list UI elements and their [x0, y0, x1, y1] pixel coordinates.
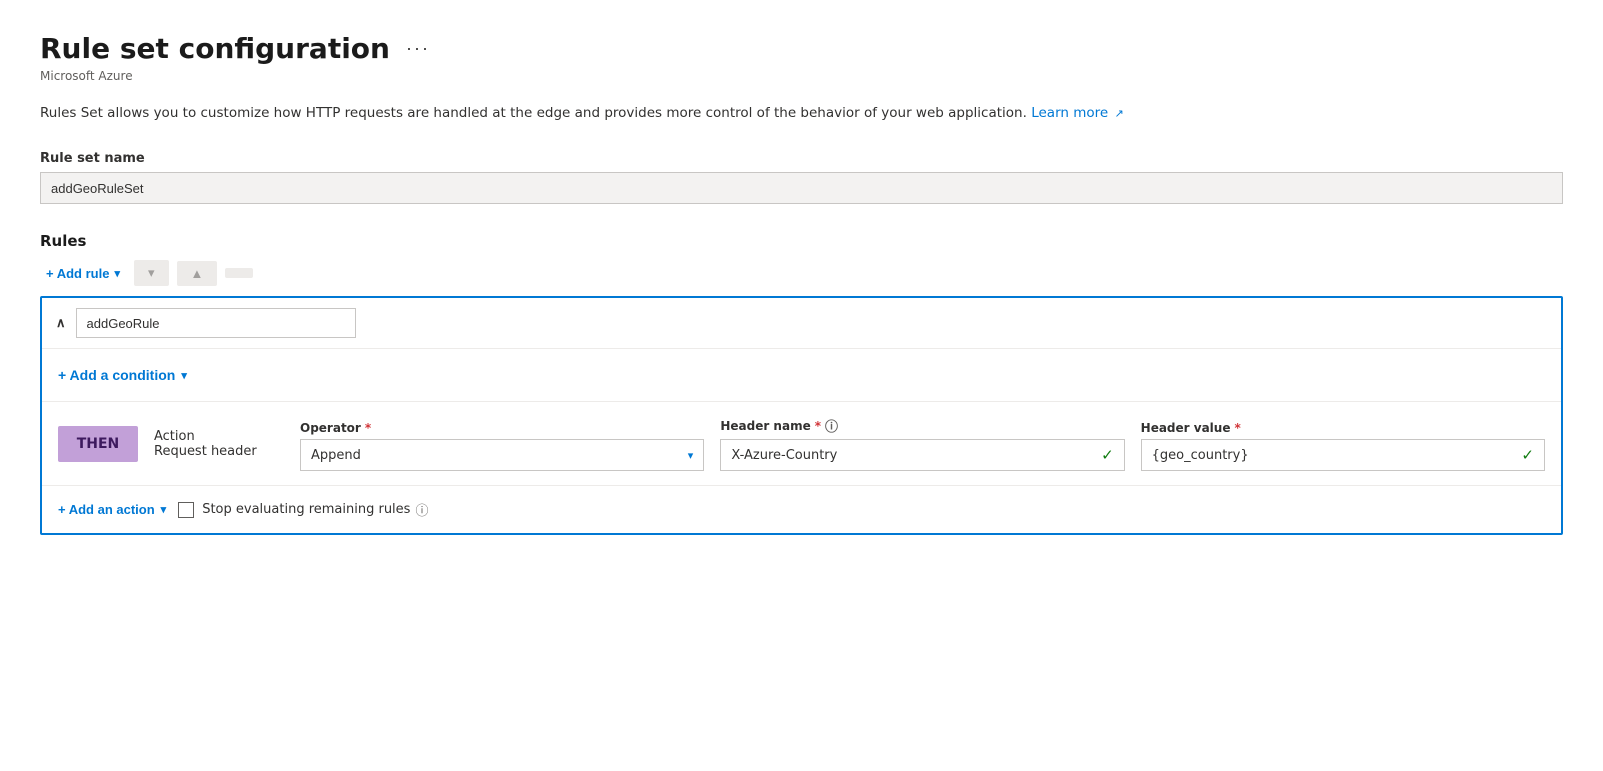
move-down-button: ▾ [134, 260, 169, 286]
rules-label: Rules [40, 232, 1563, 250]
add-condition-chevron-icon: ▾ [181, 369, 187, 382]
header-name-required-star: * [815, 419, 821, 433]
rules-section: Rules + Add rule ▾ ▾ ▲ ∧ + Add a conditi [40, 232, 1563, 535]
move-up-button: ▲ [177, 261, 218, 286]
add-action-label: + Add an action [58, 502, 155, 517]
then-row: THEN Action Request header Operator * [58, 416, 1545, 471]
move-down-icon: ▾ [148, 265, 155, 280]
operator-required-star: * [365, 421, 371, 435]
move-up-icon: ▲ [191, 266, 204, 281]
condition-row: + Add a condition ▾ [42, 349, 1561, 402]
action-footer: + Add an action ▾ Stop evaluating remain… [42, 486, 1561, 533]
rule-header: ∧ [42, 298, 1561, 349]
add-action-button[interactable]: + Add an action ▾ [58, 498, 166, 521]
chevron-up-icon: ∧ [56, 315, 66, 331]
add-rule-label: + Add rule [46, 266, 109, 281]
header-name-field-group: Header name * ⓘ X-Azure-Country ✓ [720, 416, 1124, 471]
stop-evaluating-checkbox[interactable] [178, 502, 194, 518]
header-value-input[interactable]: {geo_country} ✓ [1141, 439, 1545, 471]
description-text: Rules Set allows you to customize how HT… [40, 105, 1027, 121]
header-name-input[interactable]: X-Azure-Country ✓ [720, 439, 1124, 471]
external-link-icon: ↗ [1115, 107, 1124, 120]
operator-label: Operator * [300, 421, 704, 435]
rule-card: ∧ + Add a condition ▾ THEN Action Reque [40, 296, 1563, 535]
operator-chevron-icon: ▾ [688, 449, 694, 462]
add-condition-button[interactable]: + Add a condition ▾ [58, 363, 187, 387]
header-value-check-icon: ✓ [1521, 446, 1534, 464]
then-section: THEN Action Request header Operator * [42, 402, 1561, 486]
page-subtitle: Microsoft Azure [40, 69, 1563, 83]
action-type-label: Request header [154, 444, 284, 459]
header-name-label: Header name * ⓘ [720, 416, 1124, 435]
page-header: Rule set configuration ··· Microsoft Azu… [40, 32, 1563, 83]
operator-field-group: Operator * Append ▾ [300, 421, 704, 471]
page-title: Rule set configuration [40, 32, 390, 65]
rule-collapse-button[interactable]: ∧ [56, 315, 66, 331]
header-name-check-icon: ✓ [1101, 446, 1114, 464]
then-badge: THEN [58, 426, 138, 462]
add-rule-button[interactable]: + Add rule ▾ [40, 262, 126, 285]
action-label: Action [154, 429, 284, 444]
add-rule-chevron-down-icon: ▾ [114, 267, 120, 280]
operator-dropdown[interactable]: Append ▾ [300, 439, 704, 471]
description-row: Rules Set allows you to customize how HT… [40, 103, 1563, 123]
rules-toolbar: + Add rule ▾ ▾ ▲ [40, 260, 1563, 286]
stop-evaluating-container[interactable]: Stop evaluating remaining rules ⓘ [178, 500, 428, 519]
header-name-info-icon[interactable]: ⓘ [825, 416, 838, 435]
stop-evaluating-label: Stop evaluating remaining rules ⓘ [202, 500, 428, 519]
ellipsis-menu-button[interactable]: ··· [400, 36, 436, 61]
header-value-required-star: * [1234, 421, 1240, 435]
stop-info-icon[interactable]: ⓘ [415, 500, 428, 519]
learn-more-link[interactable]: Learn more ↗ [1031, 105, 1124, 121]
rule-set-name-section: Rule set name [40, 151, 1563, 204]
rule-set-name-label: Rule set name [40, 151, 1563, 166]
rule-name-input[interactable] [76, 308, 356, 338]
header-value-field-group: Header value * {geo_country} ✓ [1141, 421, 1545, 471]
rule-set-name-input[interactable] [40, 172, 1563, 204]
add-action-chevron-icon: ▾ [161, 503, 167, 516]
then-content: THEN Action Request header Operator * [58, 416, 1545, 485]
move-up-action-button [225, 268, 253, 278]
header-value-label: Header value * [1141, 421, 1545, 435]
action-info: Action Request header [154, 429, 284, 459]
add-condition-label: + Add a condition [58, 367, 175, 383]
fields-row: Operator * Append ▾ Header name [300, 416, 1545, 471]
